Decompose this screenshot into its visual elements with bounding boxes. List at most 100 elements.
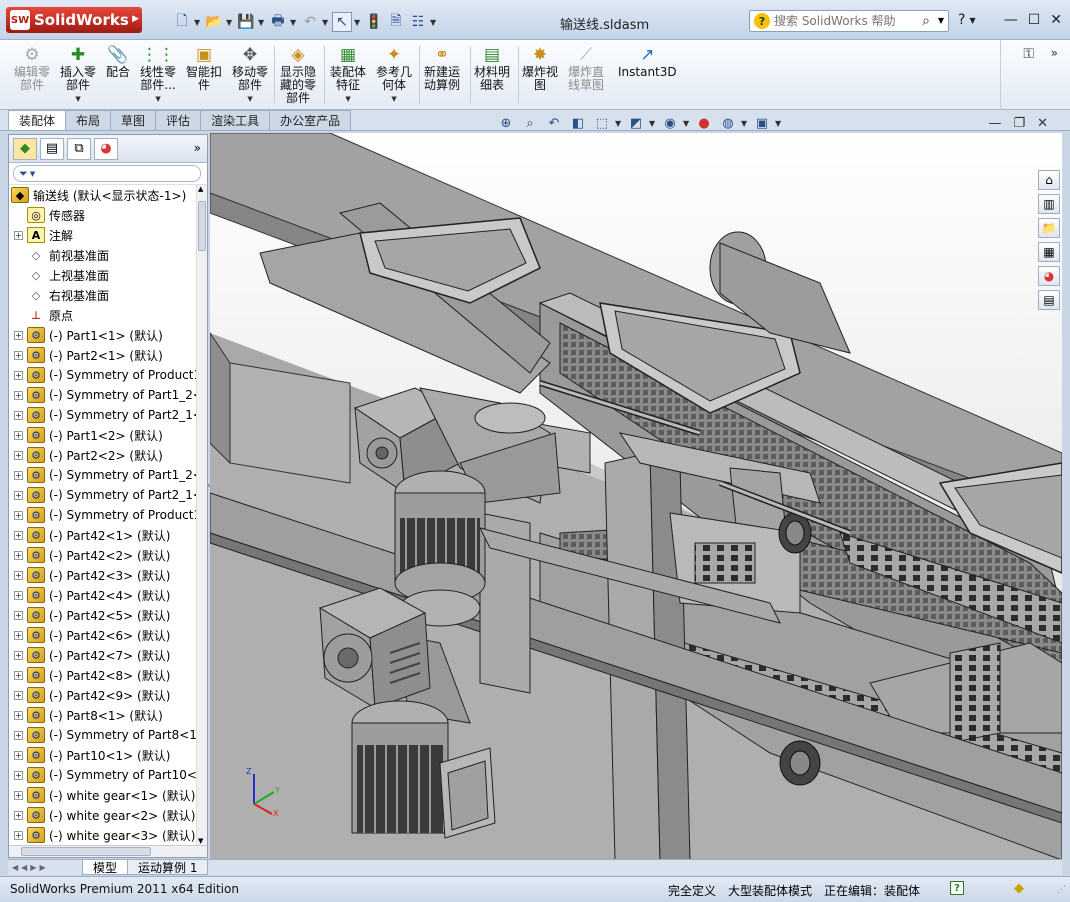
expand-toggle-icon[interactable]: + [14, 330, 23, 340]
appearances-scenes-icon[interactable]: ◕ [1038, 266, 1060, 286]
tab-evaluate[interactable]: 评估 [155, 110, 202, 130]
view-orientation-icon[interactable]: ⬚ [591, 114, 613, 132]
expand-toggle-icon[interactable]: + [14, 750, 23, 760]
tree-item[interactable]: + ⚙ (-) Symmetry of Part1_2< [9, 385, 197, 405]
tree-item[interactable]: + ⚙ (-) Part1<1> (默认) [9, 325, 197, 345]
quick-tips-help-icon[interactable]: ? [950, 881, 964, 895]
view-settings-dropdown-icon[interactable]: ▼ [775, 119, 783, 128]
instant3d-button[interactable]: ↗ Instant3D [618, 44, 677, 79]
feature-tree-tab-icon[interactable]: ◆ [13, 137, 37, 160]
zoom-to-fit-icon[interactable]: ⊕ [495, 114, 517, 132]
help-search-box[interactable]: ? ⌕ ▼ [749, 10, 949, 32]
tree-item[interactable]: + ⚙ (-) white gear<3> (默认) [9, 825, 197, 845]
file-explorer-icon[interactable]: 📁 [1038, 218, 1060, 238]
tree-item[interactable]: + ⚙ (-) Part10<1> (默认) [9, 745, 197, 765]
print-icon[interactable]: 🖶 [268, 12, 288, 32]
tab-assembly[interactable]: 装配体 [8, 110, 67, 130]
tag-icon[interactable]: ◆ [1014, 881, 1024, 896]
explode-line-sketch-button[interactable]: ⟋ 爆炸直 线草图 [568, 44, 604, 92]
file-properties-icon[interactable]: 🗎 [386, 12, 406, 32]
hide-show-dropdown-icon[interactable]: ▼ [683, 119, 691, 128]
expand-toggle-icon[interactable]: + [14, 350, 23, 360]
tree-item[interactable]: ⊥ 原点 [9, 305, 197, 325]
expand-toggle-icon[interactable]: + [14, 470, 23, 480]
expand-toggle-icon[interactable]: + [14, 690, 23, 700]
move-dropdown-icon[interactable]: ▼ [247, 93, 252, 106]
new-motion-study-button[interactable]: ⚭ 新建运 动算例 [424, 44, 460, 92]
scroll-up-icon[interactable]: ▲ [198, 185, 203, 193]
expand-toggle-icon[interactable]: + [14, 670, 23, 680]
expand-toggle-icon[interactable]: + [14, 610, 23, 620]
expand-toggle-icon[interactable]: + [14, 490, 23, 500]
tab-layout[interactable]: 布局 [65, 110, 112, 130]
options-dropdown-icon[interactable]: ▼ [430, 18, 438, 27]
zoom-to-area-icon[interactable]: ⌕ [519, 114, 541, 132]
tab-sketch[interactable]: 草图 [110, 110, 157, 130]
help-menu[interactable]: ? ▼ [958, 12, 976, 28]
tree-item[interactable]: + ⚙ (-) Part42<4> (默认) [9, 585, 197, 605]
expand-toggle-icon[interactable]: + [14, 590, 23, 600]
tree-item[interactable]: + ⚙ (-) Symmetry of Part8<1 [9, 725, 197, 745]
open-folder-icon[interactable]: 📂 [204, 12, 224, 32]
graphics-area-3d-view[interactable] [210, 133, 1062, 860]
mate-button[interactable]: 📎 配合 [106, 44, 130, 79]
minimize-icon[interactable]: — [1004, 12, 1018, 28]
tree-item[interactable]: + ⚙ (-) Symmetry of Product1 [9, 505, 197, 525]
expand-toggle-icon[interactable]: + [14, 730, 23, 740]
bom-button[interactable]: ▤ 材料明 细表 [474, 44, 510, 92]
tree-item[interactable]: + ⚙ (-) Part42<3> (默认) [9, 565, 197, 585]
rebuild-traffic-light-icon[interactable]: 🚦 [364, 12, 384, 32]
tree-horizontal-scrollbar[interactable] [9, 845, 207, 857]
pattern-dropdown-icon[interactable]: ▼ [155, 93, 160, 106]
exploded-view-button[interactable]: ✸ 爆炸视 图 [522, 44, 558, 92]
tree-item[interactable]: + ⚙ (-) Symmetry of Part1_2< [9, 465, 197, 485]
show-hidden-components-button[interactable]: ◈ 显示隐 藏的零 部件 [280, 44, 316, 105]
new-document-icon[interactable]: 🗋 [172, 12, 192, 32]
tree-item[interactable]: + ⚙ (-) Part42<9> (默认) [9, 685, 197, 705]
expand-toggle-icon[interactable]: + [14, 450, 23, 460]
tree-item[interactable]: ◇ 前视基准面 [9, 245, 197, 265]
options-icon[interactable]: ☷ [408, 12, 428, 32]
help-dropdown-icon[interactable]: ▼ [969, 16, 975, 28]
expand-toggle-icon[interactable]: + [14, 390, 23, 400]
configuration-manager-tab-icon[interactable]: ⧉ [67, 137, 91, 160]
expand-toggle-icon[interactable]: + [14, 770, 23, 780]
display-style-icon[interactable]: ◩ [625, 114, 647, 132]
expand-toggle-icon[interactable]: + [14, 530, 23, 540]
resize-grip-icon[interactable]: ⋰ [1057, 885, 1066, 895]
tree-item[interactable]: + ⚙ (-) white gear<2> (默认) [9, 805, 197, 825]
expand-toggle-icon[interactable]: + [14, 510, 23, 520]
scroll-down-icon[interactable]: ▼ [198, 837, 203, 845]
solidworks-resources-icon[interactable]: ⌂ [1038, 170, 1060, 190]
save-dropdown-icon[interactable]: ▼ [258, 18, 266, 27]
expand-toggle-icon[interactable]: + [14, 830, 23, 840]
filter-box[interactable]: ⏷ ▼ [13, 165, 201, 182]
expand-toggle-icon[interactable]: + [14, 570, 23, 580]
previous-view-icon[interactable]: ↶ [543, 114, 565, 132]
property-manager-tab-icon[interactable]: ▤ [40, 137, 64, 160]
tree-item[interactable]: + ⚙ (-) Part2<2> (默认) [9, 445, 197, 465]
custom-properties-icon[interactable]: ▤ [1038, 290, 1060, 310]
tab-render-tools[interactable]: 渲染工具 [200, 110, 271, 130]
expand-toggle-icon[interactable]: + [14, 630, 23, 640]
tree-item[interactable]: ◇ 上视基准面 [9, 265, 197, 285]
move-component-button[interactable]: ✥ 移动零 部件 ▼ [232, 44, 268, 106]
search-dropdown-icon[interactable]: ▼ [938, 16, 944, 25]
tab-model[interactable]: 模型 [82, 860, 129, 875]
help-search-input[interactable] [774, 14, 914, 28]
expand-toggle-icon[interactable]: + [14, 810, 23, 820]
chevron-right-icon[interactable]: » [1051, 46, 1058, 60]
doc-minimize-icon[interactable]: — [988, 116, 1001, 131]
expand-toggle-icon[interactable]: + [14, 790, 23, 800]
key-icon[interactable]: ⚿ [1023, 46, 1034, 62]
hide-show-items-icon[interactable]: ◉ [659, 114, 681, 132]
print-dropdown-icon[interactable]: ▼ [290, 18, 298, 27]
solidworks-logo[interactable]: SW SolidWorks ▶ [6, 7, 142, 33]
tree-item[interactable]: + ⚙ (-) Part42<8> (默认) [9, 665, 197, 685]
tree-item[interactable]: + ⚙ (-) Part42<2> (默认) [9, 545, 197, 565]
tree-item[interactable]: ◎ 传感器 [9, 205, 197, 225]
select-dropdown-icon[interactable]: ▼ [354, 18, 362, 27]
smart-fastener-button[interactable]: ▣ 智能扣 件 [186, 44, 222, 92]
tree-root-assembly[interactable]: ◆ 输送线 (默认<显示状态-1>) [9, 185, 197, 205]
help-icon[interactable]: ? [958, 12, 965, 28]
